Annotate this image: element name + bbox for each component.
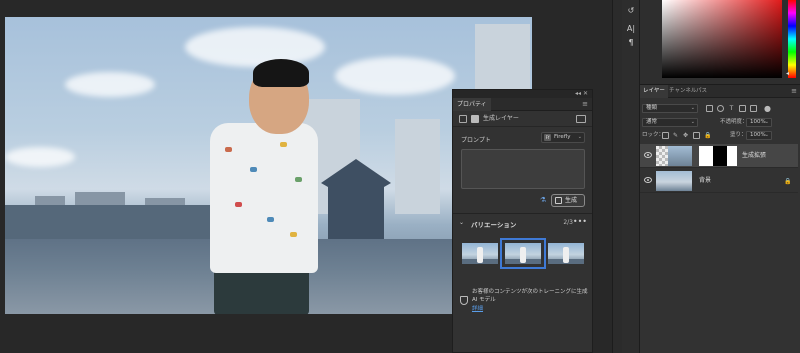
layer-name: 生成拡張 (742, 152, 767, 159)
filter-toggle-icon[interactable]: ● (764, 105, 771, 113)
eye-icon[interactable] (644, 177, 652, 183)
variation-thumbnail-1[interactable] (462, 243, 498, 264)
properties-tab-bar: プロパティ ≡ (453, 98, 592, 111)
fill-value: 100% (750, 132, 766, 138)
details-link[interactable]: 詳細 (472, 304, 483, 312)
tab-layers[interactable]: レイヤー (640, 85, 668, 98)
layers-panel: レイヤー チャンネル パス ≡ 種類 ⌄ T ● 通常 ⌄ 不透明度： 100%… (640, 85, 800, 353)
panel-header-bar: ◂◂ ✕ (453, 90, 592, 98)
chevron-down-icon: ⌄ (690, 119, 695, 125)
blend-mode-dropdown[interactable]: 通常 ⌄ (642, 118, 698, 127)
lock-image-icon[interactable]: ✎ (672, 132, 679, 139)
hamburger-icon[interactable]: ≡ (582, 98, 588, 111)
layer-row-background[interactable]: 背景 🔒 (640, 169, 798, 193)
mask-icon[interactable] (576, 115, 586, 123)
variations-title: バリエーション (471, 221, 517, 229)
blend-mode-value: 通常 (646, 119, 658, 125)
model-dropdown-value: Firefly (554, 134, 571, 140)
variation-thumbnail-3[interactable] (548, 243, 584, 264)
variation-thumbnail-2[interactable] (500, 238, 546, 269)
layer-filter-dropdown[interactable]: 種類 ⌄ (642, 104, 698, 113)
lock-row: ロック： ✎ ✥ 🔒 塗り： 100% ⌄ (640, 129, 800, 142)
layers-tab-bar: レイヤー チャンネル パス ≡ (640, 85, 800, 98)
smart-object-filter-icon[interactable] (750, 105, 757, 112)
properties-panel: ◂◂ ✕ プロパティ ≡ 生成レイヤー プロンプト Ff Firefly ⌄ ⚗… (452, 89, 593, 353)
blend-row: 通常 ⌄ 不透明度： 100% ⌄ (640, 116, 800, 129)
layer-filter-row: 種類 ⌄ T ● (640, 102, 800, 115)
prompt-input[interactable] (461, 149, 585, 189)
layer-thumbnail (656, 171, 692, 191)
firefly-badge-icon: Ff (544, 134, 551, 141)
layer-row-generative-expand[interactable]: 生成拡張 (640, 144, 798, 168)
character-icon[interactable]: A| (626, 24, 636, 34)
variations-header[interactable]: ⌄ バリエーション 2/3 ••• (459, 217, 587, 229)
variations-count: 2/3 (563, 219, 573, 226)
opacity-field[interactable]: 100% ⌄ (746, 118, 772, 127)
hue-slider-handle[interactable]: ◂ (786, 70, 789, 77)
lock-icon[interactable]: 🔒 (784, 178, 791, 185)
color-picker-panel: ◂ (640, 0, 800, 85)
fill-label: 塗り： (730, 132, 747, 138)
eye-icon[interactable] (644, 152, 652, 158)
flask-icon[interactable]: ⚗ (540, 197, 548, 204)
color-field[interactable] (662, 0, 782, 78)
chevron-down-icon: ⌄ (577, 134, 582, 140)
chevron-down-icon[interactable]: ⌄ (459, 219, 464, 226)
lock-label: ロック： (642, 132, 665, 138)
chevron-down-icon: ⌄ (764, 119, 769, 125)
pixel-filter-icon[interactable] (706, 105, 713, 112)
section-divider (453, 213, 592, 214)
history-icon[interactable]: ↺ (626, 6, 636, 16)
training-notice: お客様のコンテンツが次のトレーニングに生成 AI モデル (472, 289, 588, 303)
lock-transparent-icon[interactable] (662, 132, 669, 139)
layer-mask-thumbnail[interactable] (699, 146, 737, 166)
generative-layer-icon (471, 115, 479, 123)
shape-filter-icon[interactable] (739, 105, 746, 112)
chevron-down-icon: ⌄ (690, 105, 695, 111)
generate-button-label: 生成 (565, 197, 578, 204)
fill-field[interactable]: 100% ⌄ (746, 131, 772, 140)
generate-button[interactable]: 生成 (551, 194, 585, 207)
opacity-label: 不透明度： (720, 119, 748, 125)
opacity-value: 100% (750, 119, 766, 125)
generative-layer-row: 生成レイヤー (453, 111, 592, 127)
tab-paths[interactable]: パス (693, 85, 710, 98)
tab-properties[interactable]: プロパティ (453, 98, 491, 111)
hue-slider[interactable] (788, 0, 796, 78)
lock-all-icon[interactable]: 🔒 (704, 132, 711, 139)
shield-icon (460, 296, 468, 305)
chevron-down-icon: ⌄ (764, 132, 769, 138)
lock-artboard-icon[interactable] (693, 132, 700, 139)
dock-strip (612, 0, 622, 353)
type-filter-icon[interactable]: T (728, 105, 735, 112)
more-options-icon[interactable]: ••• (573, 217, 587, 226)
layer-name: 背景 (699, 177, 712, 184)
adjustment-filter-icon[interactable] (717, 105, 724, 112)
hamburger-icon[interactable]: ≡ (791, 85, 797, 98)
lock-position-icon[interactable]: ✥ (682, 132, 689, 139)
model-dropdown[interactable]: Ff Firefly ⌄ (541, 132, 585, 143)
layer-type-label: 生成レイヤー (483, 115, 519, 122)
generate-row: ⚗ 生成 (461, 194, 585, 207)
transform-icon (459, 115, 467, 123)
layer-thumbnail (656, 146, 692, 166)
generate-icon (555, 197, 562, 204)
layer-filter-value: 種類 (646, 105, 658, 111)
paragraph-icon[interactable]: ¶ (626, 38, 636, 48)
prompt-label: プロンプト (461, 137, 491, 144)
panel-collapse-controls[interactable]: ◂◂ ✕ (575, 90, 588, 98)
panel-icon-strip: ↺ A| ¶ (622, 0, 640, 353)
